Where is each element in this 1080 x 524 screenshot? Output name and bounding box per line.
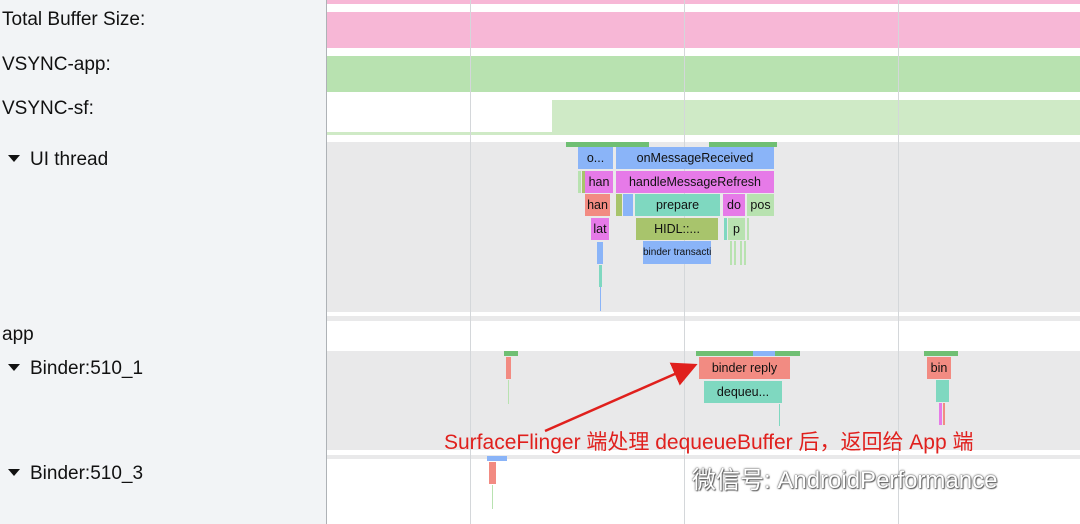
wechat-icon <box>649 464 682 489</box>
watermark: 微信号: AndroidPerformance <box>648 460 997 494</box>
watermark-text: 微信号: AndroidPerformance <box>692 466 998 494</box>
annotation-text: SurfaceFlinger 端处理 dequeueBuffer 后，返回给 A… <box>444 431 974 454</box>
